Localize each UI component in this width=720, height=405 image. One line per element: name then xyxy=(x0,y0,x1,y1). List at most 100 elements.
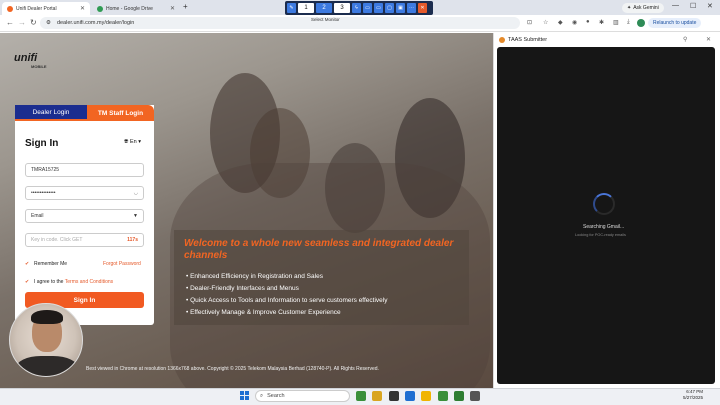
ask-gemini-button[interactable]: ✦ Ask Gemini xyxy=(622,3,664,13)
download-icon[interactable]: ⤓ xyxy=(627,19,630,26)
terms-link[interactable]: Terms and Conditions xyxy=(65,279,113,285)
terms-checkbox[interactable]: ✔ xyxy=(25,279,29,285)
promo-bullet: • Enhanced Efficiency in Registration an… xyxy=(186,273,323,280)
unifi-logo-subtitle: MOBILE xyxy=(31,64,47,69)
language-selector[interactable]: 🌐︎ En ▾ xyxy=(124,139,141,146)
eye-icon[interactable]: ◡ xyxy=(134,190,138,196)
clock-date: 5/27/2025 xyxy=(683,395,704,400)
caret-down-icon: ▼ xyxy=(133,213,138,219)
footer-copyright: Best viewed in Chrome at resolution 1366… xyxy=(86,366,379,372)
extension-icon[interactable]: ● xyxy=(586,19,590,25)
username-value: TMRA15725 xyxy=(31,167,60,173)
screen-share-toolbar: ✎ 1 2 3 ϟ ▭ ▭ ▢ ▣ ⋯ ✕ xyxy=(285,1,433,15)
username-field[interactable]: TMRA15725 xyxy=(25,163,144,177)
side-panel-content xyxy=(497,47,715,384)
webcam-person-body xyxy=(16,356,78,376)
terms-label: I agree to the Terms and Conditions xyxy=(34,279,113,285)
otp-code-input[interactable]: Key in code. Click GET 117s xyxy=(25,233,144,247)
webcam-overlay xyxy=(9,303,83,377)
status-text: Searching Gmail... xyxy=(583,224,625,230)
pin-icon[interactable]: ⚲ xyxy=(683,36,687,43)
maximize-icon[interactable]: ☐ xyxy=(690,2,696,10)
bullet-text: Enhanced Efficiency in Registration and … xyxy=(190,273,323,280)
tab-tm-staff-login[interactable]: TM Staff Login xyxy=(87,105,154,121)
app-icon[interactable] xyxy=(470,391,480,401)
monitor-2-button[interactable]: 2 xyxy=(316,3,332,13)
camera-icon[interactable]: ▣ xyxy=(396,3,405,13)
password-field[interactable]: •••••••••••••• ◡ xyxy=(25,186,144,200)
monitor-3-button[interactable]: 3 xyxy=(334,3,350,13)
extensions-puzzle-icon[interactable]: ✱ xyxy=(599,19,604,26)
otp-timer: 117s xyxy=(127,237,138,243)
app-icon[interactable] xyxy=(389,391,399,401)
app-icon[interactable] xyxy=(454,391,464,401)
chrome-app-icon[interactable] xyxy=(372,391,382,401)
extension-icon[interactable]: ◉ xyxy=(572,19,577,26)
bullet-text: Quick Access to Tools and Information to… xyxy=(190,297,388,304)
signin-title: Sign In xyxy=(25,138,59,149)
promo-bullet: • Dealer-Friendly Interfaces and Menus xyxy=(186,285,299,292)
taskbar-search[interactable]: ⌕ Search xyxy=(255,390,350,402)
tab-unifi-dealer-portal[interactable]: Unifi Dealer Portal ✕ xyxy=(2,2,90,15)
windows-start-icon[interactable] xyxy=(240,391,249,400)
relaunch-to-update-button[interactable]: Relaunch to update xyxy=(648,18,702,28)
taskbar-clock[interactable]: 6:47 PM 5/27/2025 xyxy=(683,389,703,401)
loading-spinner-icon xyxy=(593,193,615,215)
chat-icon[interactable]: ▢ xyxy=(385,3,394,13)
unifi-logo: unifi xyxy=(14,52,38,64)
otp-placeholder: Key in code. Click GET xyxy=(31,237,83,243)
site-info-icon[interactable]: ⚙ xyxy=(46,20,51,26)
more-icon[interactable]: ⋯ xyxy=(407,3,416,13)
cast-icon[interactable]: ⊡ xyxy=(527,19,532,26)
side-panel-icon[interactable]: ▥ xyxy=(613,19,619,26)
search-icon: ⌕ xyxy=(260,392,264,399)
side-panel-title: TAAS Submitter xyxy=(508,37,548,43)
lightning-icon[interactable]: ϟ xyxy=(352,3,361,13)
tab-google-drive[interactable]: Home - Google Drive ✕ xyxy=(92,2,180,15)
url-text: dealer.unifi.com.my/dealer/login xyxy=(56,20,135,26)
password-value: •••••••••••••• xyxy=(31,190,56,196)
close-tab-icon[interactable]: ✕ xyxy=(80,5,85,12)
globe-icon: 🌐︎ xyxy=(124,139,129,145)
close-panel-icon[interactable]: ✕ xyxy=(706,36,711,43)
tab-title: Unifi Dealer Portal xyxy=(16,5,57,12)
bullet-text: Dealer-Friendly Interfaces and Menus xyxy=(190,285,299,292)
screen-icon[interactable]: ▭ xyxy=(363,3,372,13)
taas-extension-icon xyxy=(499,37,505,43)
reload-icon[interactable]: ↻ xyxy=(30,18,37,27)
bullet-text: Effectively Manage & Improve Customer Ex… xyxy=(190,309,341,316)
back-icon[interactable]: ← xyxy=(6,18,14,27)
forward-icon[interactable]: → xyxy=(18,18,26,27)
promo-bullet: • Quick Access to Tools and Information … xyxy=(186,297,388,304)
file-explorer-icon[interactable] xyxy=(421,391,431,401)
extension-icon[interactable]: ◆ xyxy=(558,19,563,26)
forgot-password-link[interactable]: Forgot Password xyxy=(103,261,141,267)
chrome-app-icon[interactable] xyxy=(356,391,366,401)
minimize-icon[interactable]: — xyxy=(672,2,679,9)
address-bar[interactable]: ⚙ dealer.unifi.com.my/dealer/login xyxy=(40,17,520,29)
new-tab-icon[interactable]: + xyxy=(183,2,188,11)
unifi-favicon-icon xyxy=(7,5,13,12)
ask-gemini-label: Ask Gemini xyxy=(633,5,659,11)
edge-app-icon[interactable] xyxy=(405,391,415,401)
pin-icon[interactable]: ✎ xyxy=(287,3,296,13)
otp-method-value: Email xyxy=(31,213,44,219)
google-drive-icon xyxy=(97,5,103,12)
promo-bullet: • Effectively Manage & Improve Customer … xyxy=(186,309,341,316)
screen-icon[interactable]: ▭ xyxy=(374,3,383,13)
webcam-person-hair xyxy=(31,310,63,324)
monitor-1-button[interactable]: 1 xyxy=(298,3,314,13)
promo-title: Welcome to a whole new seamless and inte… xyxy=(184,238,454,261)
chrome-app-icon[interactable] xyxy=(438,391,448,401)
remember-me-checkbox[interactable]: ✔ xyxy=(25,261,29,267)
caret-down-icon: ▾ xyxy=(138,139,141,145)
stop-share-icon[interactable]: ✕ xyxy=(418,3,427,13)
status-subtext: Looking for POC-ready emails xyxy=(575,233,626,237)
bookmark-star-icon[interactable]: ☆ xyxy=(543,19,548,26)
close-tab-icon[interactable]: ✕ xyxy=(170,5,175,12)
profile-avatar[interactable] xyxy=(637,19,645,27)
language-value: En xyxy=(129,139,137,145)
tab-dealer-login[interactable]: Dealer Login xyxy=(15,105,87,121)
close-window-icon[interactable]: ✕ xyxy=(707,2,713,10)
otp-method-select[interactable]: Email ▼ xyxy=(25,209,144,223)
